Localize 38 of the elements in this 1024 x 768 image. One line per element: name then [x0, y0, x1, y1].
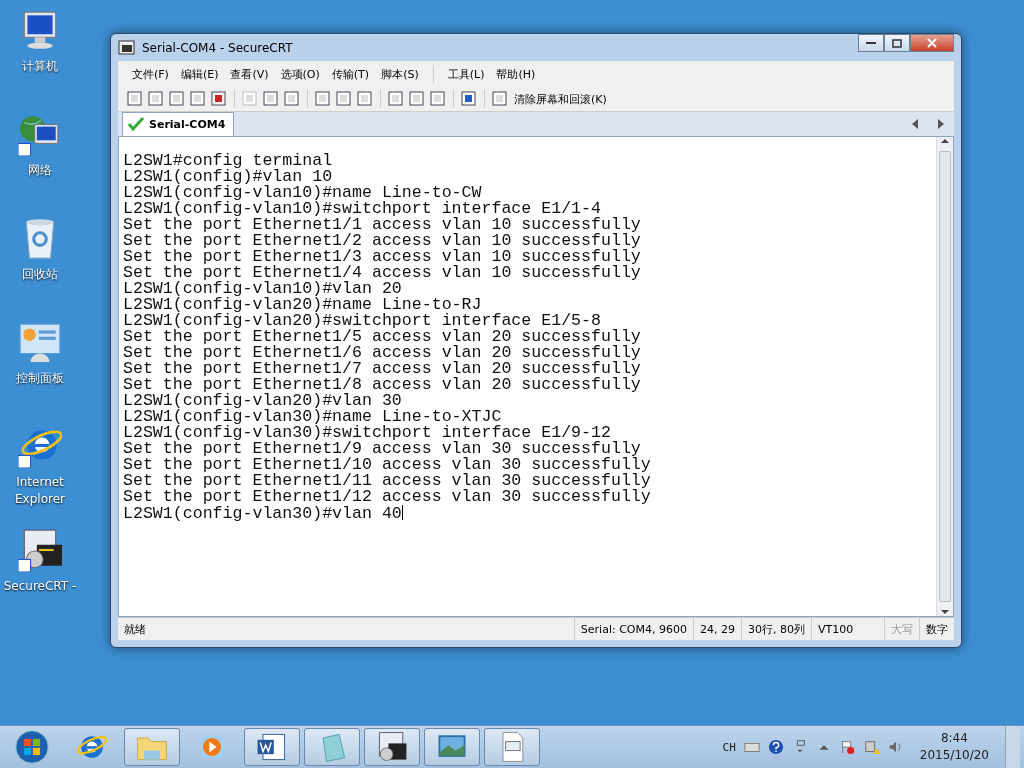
- maximize-button[interactable]: [884, 34, 910, 52]
- session-tab[interactable]: Serial-COM4: [122, 112, 235, 136]
- emulation-type: VT100: [811, 618, 884, 640]
- app-window-icon: [118, 38, 136, 57]
- menu-item[interactable]: 文件(F): [126, 66, 175, 82]
- terminal-output: L2SW1#config terminal L2SW1(config)#vlan 10 L2SW1(config-vlan10)#name Line-to-CW L2SW1(config-vlan10)#switchport interface E1/1-4 Set the port Ethernet1/1 access vlan 10 successfully Set the port Ethernet1/2 access vlan 10 successfully Set the port Ethernet1/3 access vlan 10 successfully Set the port Ethernet1/4 access vlan 10 successfully L2SW1(config-vlan10)#vlan 20 L2SW1(config-vlan20)#name Line-to-RJ L2SW1(config-vlan20)#switchport interface E1/5-8 Set the port Ethernet1/5 access vlan 20 successfully Set the port Ethernet1/6 access vlan 20 successfully Set the port Ethernet1/7 access vlan 20 successfully Set the port Ethernet1/8 access vlan 20 successfully L2SW1(config-vlan20)#vlan 30 L2SW1(config-vlan30)#name Line-to-XTJC L2SW1(config-vlan30)#switchport interface E1/9-12 Set the port Ethernet1/9 access vlan 30 successfully Set the port Ethernet1/10 access vlan 30 successfully Set the port Ethernet1/11 access vlan 30 successfully Set the port Ethernet1/12 access vlan 30 successfully L2SW1(config-vlan30)#vlan 40: [122, 150, 652, 525]
- windows-logo-icon: [14, 729, 50, 765]
- cursor-position: 24, 29: [693, 618, 741, 640]
- menu-item[interactable]: 工具(L): [441, 66, 491, 82]
- terminal-lock-icon[interactable]: [18, 528, 62, 572]
- menu-item[interactable]: 脚本(S): [375, 66, 425, 82]
- close-button[interactable]: [910, 34, 954, 52]
- show-desktop-button[interactable]: [1005, 726, 1020, 768]
- minimize-button[interactable]: [858, 34, 884, 52]
- menu-item[interactable]: 传输(T): [325, 66, 376, 82]
- key-indicator: 大写: [884, 618, 919, 640]
- connection-info: Serial: COM4, 9600: [573, 618, 693, 640]
- clock[interactable]: 8:44 2015/10/20: [919, 730, 989, 764]
- clear-screen-button[interactable]: 清除屏幕和回滚(K): [512, 91, 609, 107]
- taskbar-button[interactable]: [244, 728, 300, 766]
- menu-item[interactable]: 选项(O): [274, 66, 326, 82]
- scrollbar[interactable]: [936, 137, 953, 616]
- checkmark-icon: [127, 115, 145, 133]
- window-title: Serial-COM4 - SecureCRT: [142, 40, 293, 55]
- language-indicator[interactable]: CH: [722, 740, 736, 754]
- network-warning-icon[interactable]: [863, 739, 880, 755]
- status-text: 就绪: [123, 621, 147, 638]
- speaker-icon[interactable]: [887, 739, 904, 755]
- menu-item[interactable]: 帮助(H): [490, 66, 542, 82]
- menu-item[interactable]: 编辑(E): [174, 66, 225, 82]
- terminal-size: 30行, 80列: [741, 618, 811, 640]
- taskbar-button[interactable]: [364, 728, 420, 766]
- flag-icon[interactable]: [839, 739, 856, 755]
- menu-item[interactable]: 查看(V): [224, 66, 275, 82]
- key-indicator: 数字: [919, 618, 954, 640]
- close-icon: [927, 38, 937, 48]
- minimize-icon: [866, 41, 876, 45]
- maximize-icon: [892, 38, 902, 48]
